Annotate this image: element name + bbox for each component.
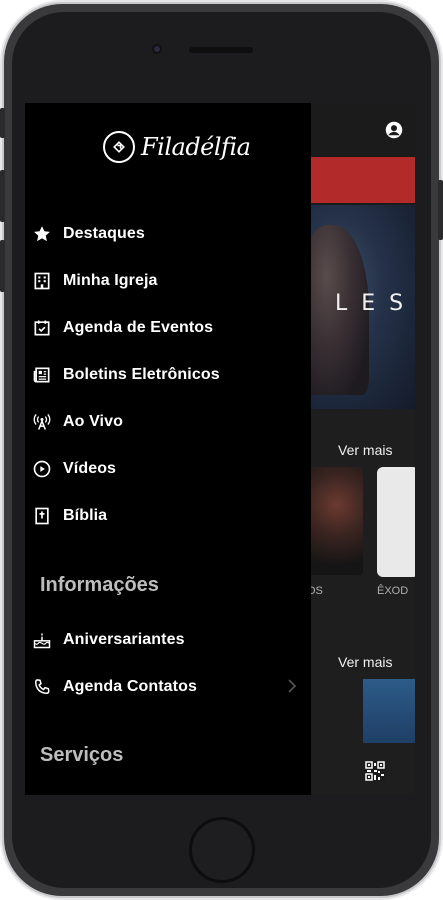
menu-label: Ao Vivo (63, 413, 123, 430)
menu-label: Minha Igreja (63, 272, 158, 289)
section-header-servicos: Serviços (40, 744, 124, 766)
menu-item-agenda-contatos[interactable]: Agenda Contatos (25, 667, 311, 707)
birthday-cake-icon (31, 629, 53, 651)
volume-down-button (0, 240, 5, 292)
menu-label: Vídeos (63, 460, 117, 477)
ver-mais-link[interactable]: Ver mais (338, 442, 392, 458)
mute-switch (0, 108, 5, 138)
chevron-right-icon (288, 679, 297, 693)
header-red-bar (305, 157, 415, 203)
menu-item-ao-vivo[interactable]: Ao Vivo (25, 402, 311, 442)
section-header-informacoes: Informações (40, 574, 159, 596)
phone-icon (31, 676, 53, 698)
menu-label: Aniversariantes (63, 631, 185, 648)
banner-text: LES (335, 291, 415, 316)
profile-icon[interactable] (385, 121, 403, 139)
power-button (438, 180, 443, 240)
logo-badge-icon (103, 131, 135, 163)
video-thumbnail[interactable] (305, 467, 363, 575)
menu-item-biblia[interactable]: Bíblia (25, 496, 311, 536)
video-thumbnail-label: ÊXOD (377, 585, 409, 597)
ver-mais-link[interactable]: Ver mais (338, 654, 392, 670)
brand-logo: Filadélfia (103, 131, 251, 163)
star-icon (31, 223, 53, 245)
volume-up-button (0, 170, 5, 222)
video-thumbnail[interactable] (377, 467, 415, 577)
calendar-check-icon (31, 317, 53, 339)
menu-label: Bíblia (63, 507, 108, 524)
navigation-drawer: Filadélfia Destaques Minha Igreja Agenda… (25, 103, 311, 795)
menu-label: Agenda de Eventos (63, 319, 214, 336)
featured-banner[interactable]: LES (305, 205, 415, 409)
home-button[interactable] (189, 817, 255, 883)
broadcast-tower-icon (31, 411, 53, 433)
menu-item-minha-igreja[interactable]: Minha Igreja (25, 261, 311, 301)
earpiece-speaker (189, 47, 253, 53)
qr-code-icon[interactable] (365, 761, 385, 781)
play-circle-icon (31, 458, 53, 480)
menu-label: Boletins Eletrônicos (63, 366, 220, 383)
menu-item-videos[interactable]: Vídeos (25, 449, 311, 489)
menu-item-agenda-eventos[interactable]: Agenda de Eventos (25, 308, 311, 348)
menu-label: Agenda Contatos (63, 678, 197, 695)
building-icon (31, 270, 53, 292)
menu-item-destaques[interactable]: Destaques (25, 214, 311, 254)
front-camera (152, 44, 162, 54)
content-thumbnail[interactable] (363, 679, 415, 743)
newspaper-icon (31, 364, 53, 386)
app-screen: LES Ver mais OS ÊXOD Ver mais Filadélfia… (25, 103, 415, 795)
bible-icon (31, 505, 53, 527)
brand-name: Filadélfia (141, 133, 251, 161)
menu-label: Destaques (63, 225, 145, 242)
menu-item-boletins[interactable]: Boletins Eletrônicos (25, 355, 311, 395)
menu-item-aniversariantes[interactable]: Aniversariantes (25, 620, 311, 660)
